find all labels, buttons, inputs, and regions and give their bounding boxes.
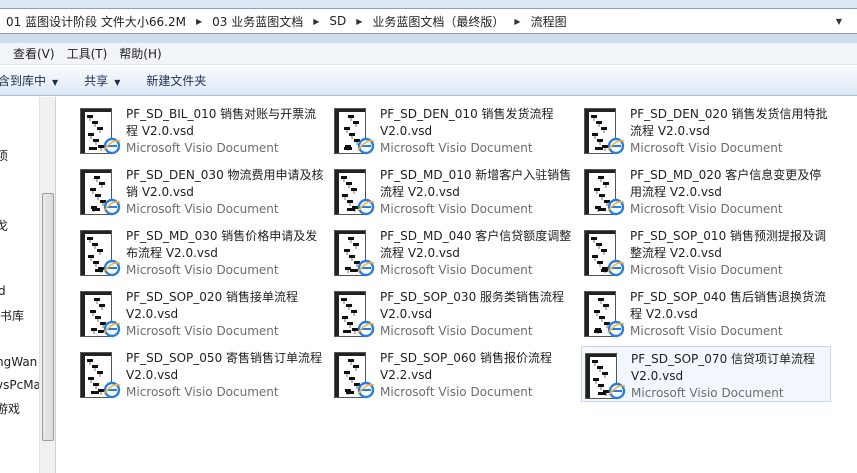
share-button[interactable]: 共享 ▼ (71, 72, 133, 89)
file-type: Microsoft Visio Document (630, 263, 783, 277)
file-name: PF_SD_BIL_010 销售对账与开票流程 V2.0.vsd (126, 107, 317, 138)
include-in-library-label: 包含到库中 (0, 74, 47, 88)
file-name: PF_SD_SOP_030 服务类销售流程 V2.0.vsd (380, 290, 565, 321)
nav-item[interactable]: d (0, 284, 6, 298)
file-name: PF_SD_DEN_020 销售发货信用特批流程 V2.0.vsd (630, 107, 828, 138)
ie-document-badge-icon (357, 198, 375, 216)
file-name: PF_SD_DEN_010 销售发货流程 V2.0.vsd (380, 107, 554, 138)
file-name: PF_SD_MD_020 客户信息变更及停用流程 V2.0.vsd (630, 168, 822, 199)
file-item[interactable]: PF_SD_SOP_070 信贷项订单流程 V2.0.vsd Microsoft … (581, 346, 831, 402)
file-type: Microsoft Visio Document (126, 385, 279, 399)
file-item[interactable]: PF_SD_SOP_030 服务类销售流程 V2.0.vsd Microsoft … (331, 285, 581, 341)
file-type: Microsoft Visio Document (380, 385, 533, 399)
menu-bar: 查看(V) 工具(T) 帮助(H) (0, 43, 857, 65)
file-type: Microsoft Visio Document (380, 202, 533, 216)
file-type: Microsoft Visio Document (126, 202, 279, 216)
nav-item[interactable]: 游戏 (0, 400, 20, 417)
file-type: Microsoft Visio Document (380, 324, 533, 338)
new-folder-button[interactable]: 新建文件夹 (133, 72, 219, 89)
scrollbar-thumb[interactable] (42, 193, 54, 441)
ie-document-badge-icon (607, 259, 625, 277)
address-bar-container: 01 蓝图设计阶段 文件大小66.2M ▶ 03 业务蓝图文档 ▶ SD ▶ 业… (0, 0, 857, 43)
navigation-pane: 项 戈 d 书库 ngWan vsPcMa 游戏 (0, 97, 39, 473)
ie-document-badge-icon (103, 320, 121, 338)
file-item[interactable]: PF_SD_MD_040 客户信贷额度调整流程 V2.0.vsd Microsof… (331, 224, 581, 280)
nav-item[interactable]: 项 (0, 147, 8, 164)
menu-help[interactable]: 帮助(H) (113, 45, 167, 62)
share-label: 共享 (84, 74, 109, 88)
ie-document-badge-icon (357, 381, 375, 399)
ie-document-badge-icon (103, 259, 121, 277)
file-name: PF_SD_SOP_010 销售预测提报及调整流程 V2.0.vsd (630, 229, 827, 260)
address-bar[interactable]: 01 蓝图设计阶段 文件大小66.2M ▶ 03 业务蓝图文档 ▶ SD ▶ 业… (0, 8, 857, 34)
file-list: PF_SD_BIL_010 销售对账与开票流程 V2.0.vsd Microsof… (56, 97, 857, 473)
command-bar: 包含到库中 ▼ 共享 ▼ 新建文件夹 (0, 66, 857, 96)
chevron-right-icon[interactable]: ▶ (309, 17, 323, 26)
file-type: Microsoft Visio Document (126, 324, 279, 338)
navigation-scrollbar[interactable] (39, 97, 56, 473)
file-item[interactable]: PF_SD_SOP_060 销售报价流程 V2.2.vsd Microsoft V… (331, 346, 581, 402)
ie-document-badge-icon (607, 137, 625, 155)
file-name: PF_SD_SOP_060 销售报价流程 V2.2.vsd (380, 351, 553, 382)
file-name: PF_SD_SOP_050 寄售销售订单流程 V2.0.vsd (126, 351, 323, 382)
file-name: PF_SD_DEN_030 物流费用申请及核销 V2.0.vsd (126, 168, 324, 199)
file-name: PF_SD_MD_030 销售价格申请及发布流程 V2.0.vsd (126, 229, 318, 260)
file-item[interactable]: PF_SD_SOP_050 寄售销售订单流程 V2.0.vsd Microsoft… (77, 346, 327, 402)
chevron-down-icon[interactable]: ▼ (828, 8, 850, 34)
breadcrumb-item[interactable]: SD (323, 14, 352, 28)
file-item[interactable]: PF_SD_DEN_030 物流费用申请及核销 V2.0.vsd Microsof… (77, 163, 327, 219)
file-type: Microsoft Visio Document (630, 141, 783, 155)
file-type: Microsoft Visio Document (126, 141, 279, 155)
ie-document-badge-icon (608, 382, 626, 400)
file-type: Microsoft Visio Document (380, 263, 533, 277)
file-type: Microsoft Visio Document (630, 324, 783, 338)
file-item[interactable]: PF_SD_BIL_010 销售对账与开票流程 V2.0.vsd Microsof… (77, 102, 327, 158)
chevron-right-icon[interactable]: ▶ (192, 17, 206, 26)
ie-document-badge-icon (357, 259, 375, 277)
file-item[interactable]: PF_SD_MD_020 客户信息变更及停用流程 V2.0.vsd Microso… (581, 163, 831, 219)
breadcrumb-item[interactable]: 业务蓝图文档（最终版） (366, 13, 510, 30)
caret-down-icon: ▼ (52, 78, 59, 87)
chevron-right-icon[interactable]: ▶ (352, 17, 366, 26)
file-item[interactable]: PF_SD_SOP_020 销售接单流程 V2.0.vsd Microsoft V… (77, 285, 327, 341)
file-item[interactable]: PF_SD_MD_030 销售价格申请及发布流程 V2.0.vsd Microso… (77, 224, 327, 280)
nav-item[interactable]: 戈 (0, 217, 8, 234)
file-type: Microsoft Visio Document (631, 386, 784, 400)
ie-document-badge-icon (103, 198, 121, 216)
nav-item[interactable]: ngWan (0, 355, 37, 369)
file-name: PF_SD_MD_010 新增客户入驻销售流程 V2.0.vsd (380, 168, 572, 199)
include-in-library-button[interactable]: 包含到库中 ▼ (0, 72, 71, 89)
file-name: PF_SD_MD_040 客户信贷额度调整流程 V2.0.vsd (380, 229, 572, 260)
chevron-right-icon[interactable]: ▶ (510, 17, 524, 26)
menu-tools[interactable]: 工具(T) (61, 45, 114, 62)
breadcrumb-item-current[interactable]: 流程图 (525, 13, 573, 30)
nav-item[interactable]: 书库 (0, 307, 24, 324)
file-item[interactable]: PF_SD_DEN_020 销售发货信用特批流程 V2.0.vsd Microso… (581, 102, 831, 158)
ie-document-badge-icon (607, 198, 625, 216)
file-item[interactable]: PF_SD_SOP_010 销售预测提报及调整流程 V2.0.vsd Micros… (581, 224, 831, 280)
file-item[interactable]: PF_SD_SOP_040 售后销售退换货流程 V2.0.vsd Microsof… (581, 285, 831, 341)
file-type: Microsoft Visio Document (126, 263, 279, 277)
ie-document-badge-icon (103, 137, 121, 155)
ie-document-badge-icon (103, 381, 121, 399)
file-type: Microsoft Visio Document (380, 141, 533, 155)
file-name: PF_SD_SOP_070 信贷项订单流程 V2.0.vsd (631, 352, 816, 383)
file-name: PF_SD_SOP_040 售后销售退换货流程 V2.0.vsd (630, 290, 827, 321)
menu-view[interactable]: 查看(V) (0, 45, 61, 62)
file-item[interactable]: PF_SD_MD_010 新增客户入驻销售流程 V2.0.vsd Microsof… (331, 163, 581, 219)
caret-down-icon: ▼ (114, 78, 121, 87)
ie-document-badge-icon (357, 320, 375, 338)
breadcrumb-item[interactable]: 03 业务蓝图文档 (206, 13, 309, 30)
file-type: Microsoft Visio Document (630, 202, 783, 216)
nav-item[interactable]: vsPcMa (0, 378, 39, 392)
file-name: PF_SD_SOP_020 销售接单流程 V2.0.vsd (126, 290, 299, 321)
ie-document-badge-icon (607, 320, 625, 338)
file-item[interactable]: PF_SD_DEN_010 销售发货流程 V2.0.vsd Microsoft V… (331, 102, 581, 158)
breadcrumb-item[interactable]: 01 蓝图设计阶段 文件大小66.2M (0, 13, 192, 30)
ie-document-badge-icon (357, 137, 375, 155)
